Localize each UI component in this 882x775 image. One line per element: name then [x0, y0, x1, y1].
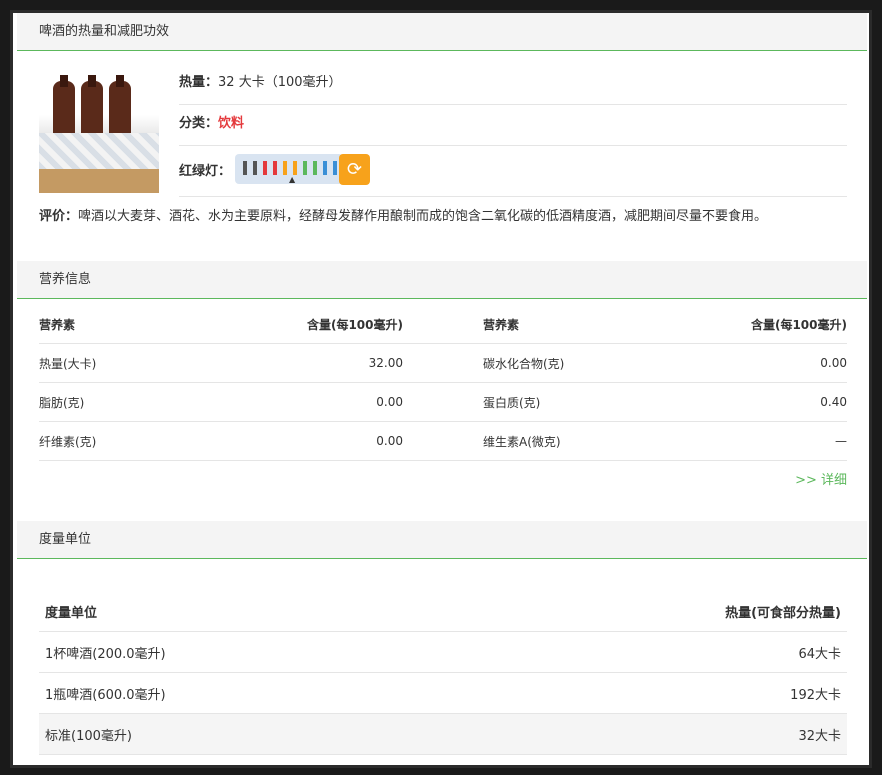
calorie-label: 热量：	[179, 75, 219, 90]
nutrition-table: 营养素 含量(每100毫升) 营养素 含量(每100毫升) 热量(大卡) 32.…	[39, 305, 847, 461]
header-unit: 度量单位	[39, 591, 443, 632]
category-row: 分类：饮料	[179, 112, 847, 146]
traffic-light-toggle-button[interactable]: ⟳	[339, 154, 370, 185]
nutrient-value: 32.00	[259, 343, 403, 383]
table-row: 纤维素(克) 0.00 维生素A(微克) —	[39, 421, 847, 461]
comment-text: 啤酒以大麦芽、酒花、水为主要原料，经酵母发酵作用酿制而成的饱含二氧化碳的低酒精度…	[78, 209, 768, 224]
unit-name: 1杯啤酒(200.0毫升)	[39, 631, 443, 673]
comment: 评价：啤酒以大麦芽、酒花、水为主要原料，经酵母发酵作用酿制而成的饱含二氧化碳的低…	[39, 207, 849, 227]
refresh-plus-icon: ⟳	[346, 159, 363, 180]
header-amount: 含量(每100毫升)	[703, 305, 847, 344]
food-panel: 啤酒的热量和减肥功效 热量：32 大卡（100毫升） 分类：饮料 红绿灯： ▲ …	[13, 13, 869, 765]
light-bar	[253, 161, 257, 175]
calorie-row: 热量：32 大卡（100毫升）	[179, 71, 847, 105]
light-bar	[243, 161, 247, 175]
detail-link[interactable]: >> 详细	[795, 469, 847, 488]
table-row: 脂肪(克) 0.00 蛋白质(克) 0.40	[39, 382, 847, 422]
nutrient-value: 0.00	[703, 343, 847, 383]
traffic-light-indicator: ▲	[235, 154, 343, 184]
unit-calorie: 32大卡	[443, 713, 847, 755]
nutrient-value: —	[703, 421, 847, 461]
nutrition-section-title: 营养信息	[17, 261, 867, 299]
comment-label: 评价：	[39, 209, 79, 224]
indicator-arrow-icon: ▲	[289, 175, 296, 184]
units-table: 度量单位 热量(可食部分热量) 1杯啤酒(200.0毫升) 64大卡 1瓶啤酒(…	[39, 591, 847, 755]
unit-name: 标准(100毫升)	[39, 713, 443, 755]
nutrient-value: 0.40	[703, 382, 847, 422]
unit-name: 1瓶啤酒(600.0毫升)	[39, 672, 443, 714]
light-bar	[333, 161, 337, 175]
nutrient-value: 0.00	[259, 382, 403, 422]
nutrient-value: 0.00	[259, 421, 403, 461]
beer-image	[39, 73, 159, 193]
traffic-light-label: 红绿灯：	[179, 164, 232, 179]
nutrient-name: 纤维素(克)	[39, 421, 259, 461]
nutrient-name: 热量(大卡)	[39, 343, 259, 383]
units-section-title: 度量单位	[17, 521, 867, 559]
light-bar	[323, 161, 327, 175]
table-header-row: 度量单位 热量(可食部分热量)	[39, 591, 847, 632]
table-row: 标准(100毫升) 32大卡	[39, 713, 847, 755]
light-bar	[283, 161, 287, 175]
header-calorie: 热量(可食部分热量)	[443, 591, 847, 632]
header-nutrient: 营养素	[483, 305, 703, 344]
unit-calorie: 64大卡	[443, 631, 847, 673]
light-bar	[263, 161, 267, 175]
category-value: 饮料	[218, 116, 245, 131]
page-title: 啤酒的热量和减肥功效	[17, 13, 867, 51]
table-row: 1瓶啤酒(600.0毫升) 192大卡	[39, 672, 847, 714]
light-bar	[293, 161, 297, 175]
table-header-row: 营养素 含量(每100毫升) 营养素 含量(每100毫升)	[39, 305, 847, 344]
light-bar	[303, 161, 307, 175]
light-bar	[313, 161, 317, 175]
nutrient-name: 脂肪(克)	[39, 382, 259, 422]
light-bar	[273, 161, 277, 175]
calorie-value: 32 大卡（100毫升）	[218, 75, 342, 90]
table-row: 1杯啤酒(200.0毫升) 64大卡	[39, 631, 847, 673]
unit-calorie: 192大卡	[443, 672, 847, 714]
nutrient-name: 碳水化合物(克)	[483, 343, 703, 383]
header-nutrient: 营养素	[39, 305, 259, 344]
nutrient-name: 维生素A(微克)	[483, 421, 703, 461]
nutrient-name: 蛋白质(克)	[483, 382, 703, 422]
header-amount: 含量(每100毫升)	[259, 305, 403, 344]
table-row: 热量(大卡) 32.00 碳水化合物(克) 0.00	[39, 343, 847, 383]
category-label: 分类：	[179, 116, 219, 131]
